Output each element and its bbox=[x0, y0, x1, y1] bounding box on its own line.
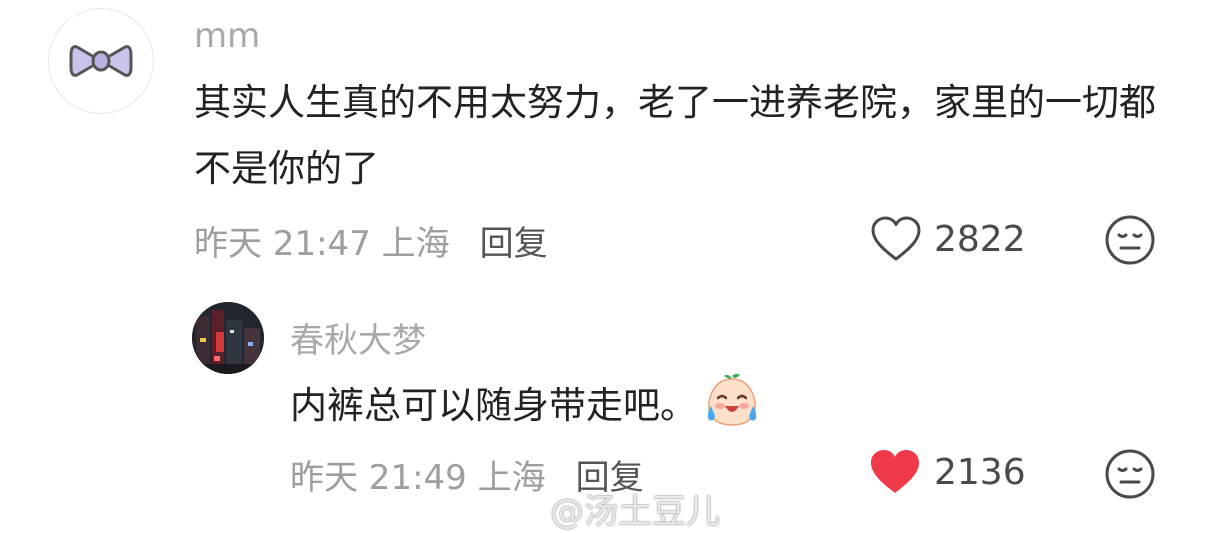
avatar[interactable] bbox=[48, 8, 154, 114]
like-count: 2822 bbox=[934, 218, 1026, 260]
react-button[interactable] bbox=[1104, 214, 1156, 266]
reply-username[interactable]: 春秋大梦 bbox=[290, 313, 426, 362]
reply-like-count: 2136 bbox=[934, 451, 1026, 493]
comment-meta: 昨天 21:47 上海 回复 bbox=[194, 216, 548, 265]
comment-text: 其实人生真的不用太努力，老了一进养老院，家里的一切都不是你的了 bbox=[194, 81, 1156, 190]
reply-react-button[interactable] bbox=[1104, 448, 1156, 500]
reply-like-button[interactable]: 2136 bbox=[868, 448, 1026, 496]
heart-filled-icon bbox=[871, 450, 919, 493]
weibo-icon bbox=[501, 495, 543, 525]
username[interactable]: mm bbox=[194, 16, 260, 56]
timestamp: 昨天 21:47 上海 bbox=[194, 224, 450, 264]
watermark: @汤土豆儿 bbox=[500, 484, 720, 533]
reply-text: 内裤总可以随身带走吧。 bbox=[290, 384, 697, 427]
meh-face-icon bbox=[1105, 449, 1155, 499]
like-button[interactable]: 2822 bbox=[870, 216, 1026, 262]
meh-face-icon bbox=[1105, 215, 1155, 265]
reply-button[interactable]: 回复 bbox=[480, 224, 548, 264]
heart-outline-icon bbox=[871, 216, 921, 261]
reply-text-line: 内裤总可以随身带走吧。 bbox=[290, 372, 761, 439]
reply-avatar[interactable] bbox=[192, 302, 264, 374]
watermark-text: @汤土豆儿 bbox=[550, 492, 720, 532]
bow-icon bbox=[69, 45, 133, 77]
night-city-icon bbox=[192, 302, 264, 374]
laugh-cry-emoji-icon bbox=[703, 372, 761, 428]
